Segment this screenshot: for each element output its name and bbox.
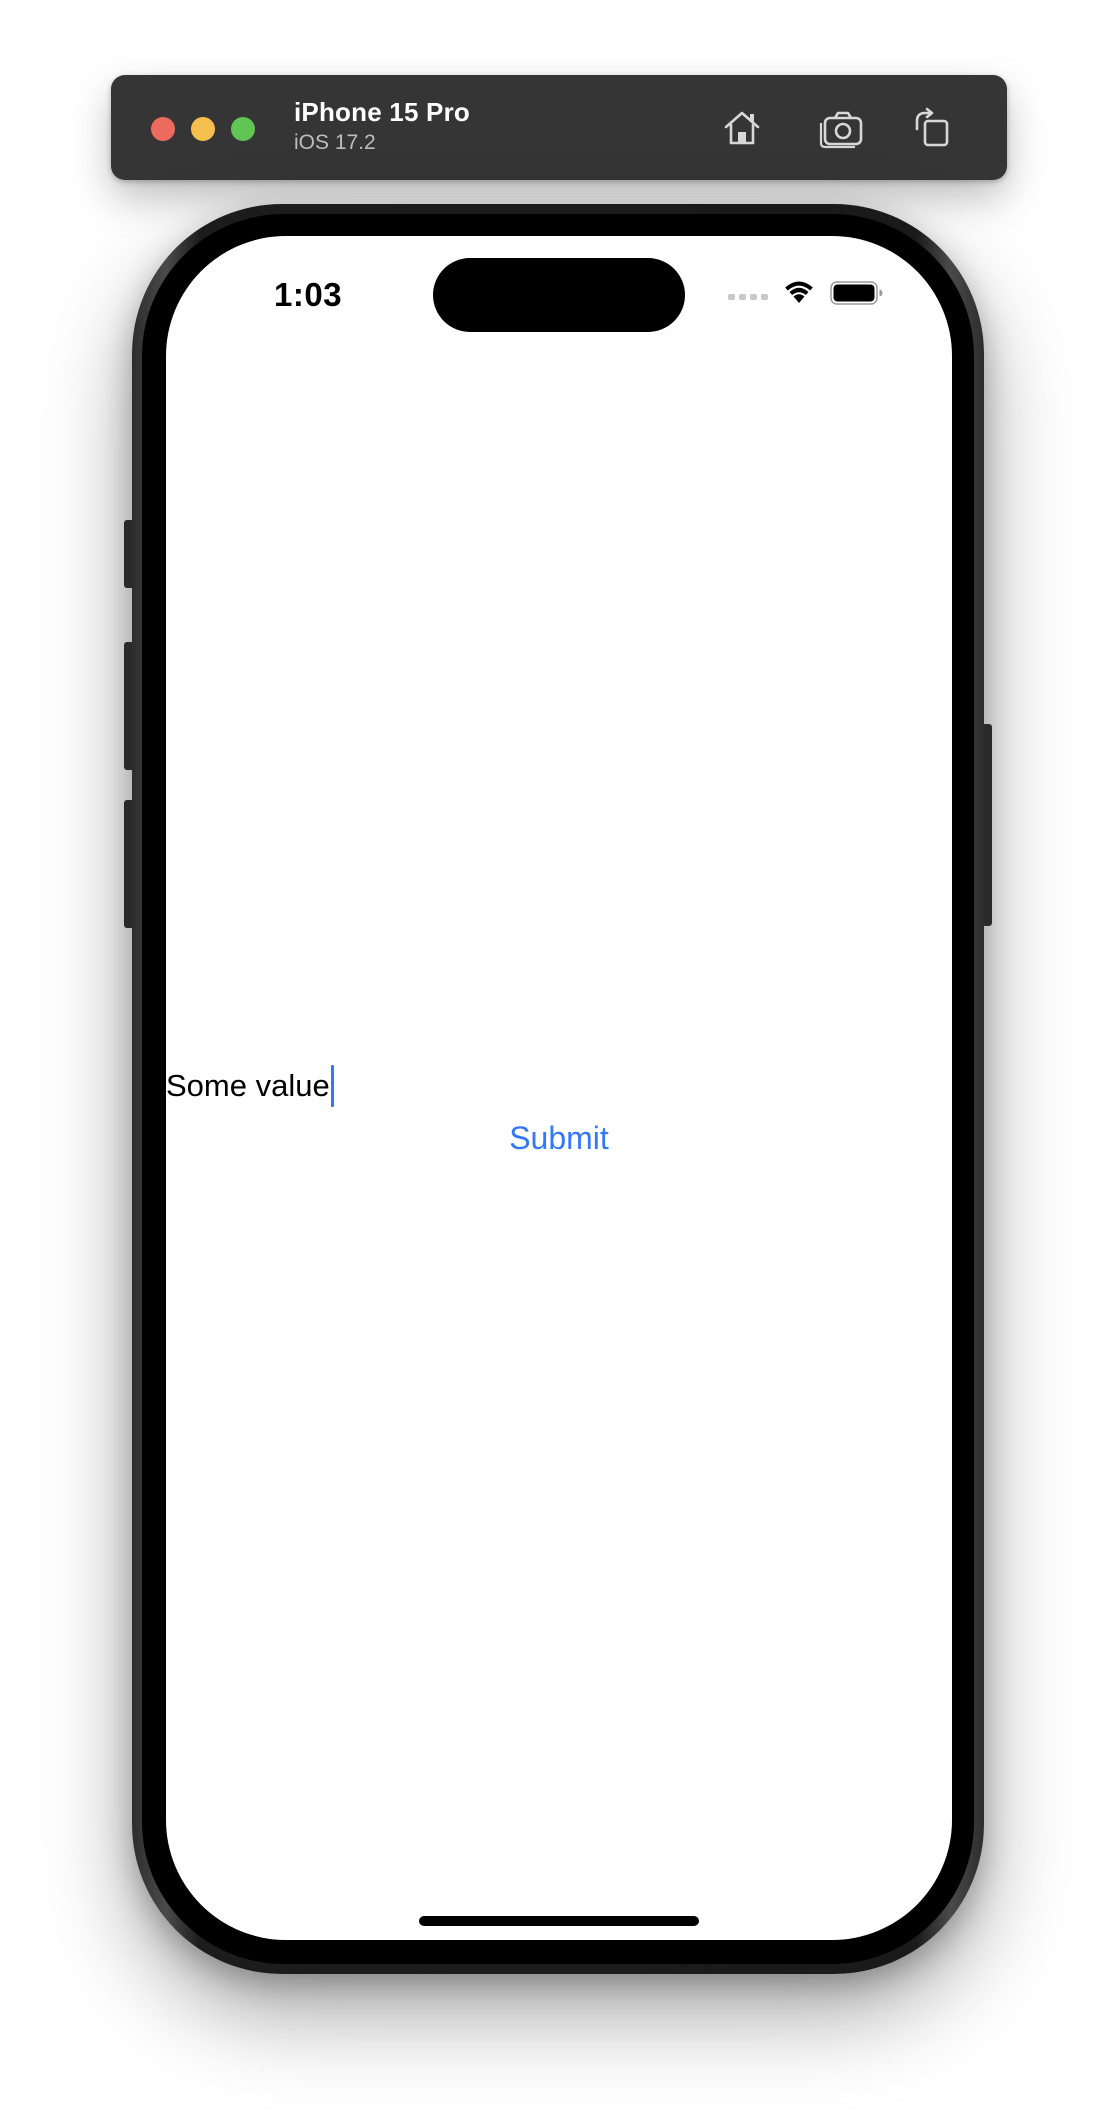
status-time: 1:03 [274,276,343,313]
submit-button[interactable]: Submit [166,1120,952,1157]
screenshot-button[interactable] [817,103,867,153]
home-indicator[interactable] [419,1916,699,1926]
rotate-button[interactable] [907,103,957,153]
rotate-icon [915,107,949,147]
os-version: iOS 17.2 [294,131,376,154]
phone-screen: 1:03 Some value Submit [166,236,952,1940]
screenshot-icon [819,111,863,149]
dynamic-island [433,258,685,332]
zoom-window-button[interactable] [231,117,255,141]
home-icon [724,111,760,145]
cellular-signal-icon [728,294,768,300]
device-name: iPhone 15 Pro [294,97,470,127]
minimize-window-button[interactable] [191,117,215,141]
wifi-icon [785,281,813,303]
simulator-toolbar: iPhone 15 Pro iOS 17.2 [111,75,1007,180]
text-cursor [330,1065,334,1107]
home-button[interactable] [717,103,767,153]
close-window-button[interactable] [151,117,175,141]
simulator-window: iPhone 15 Pro iOS 17.2 1:03 Some value S… [0,0,1118,2124]
battery-icon [830,281,883,305]
text-input-field[interactable]: Some value [166,1064,334,1108]
text-field-value: Some value [166,1068,330,1103]
